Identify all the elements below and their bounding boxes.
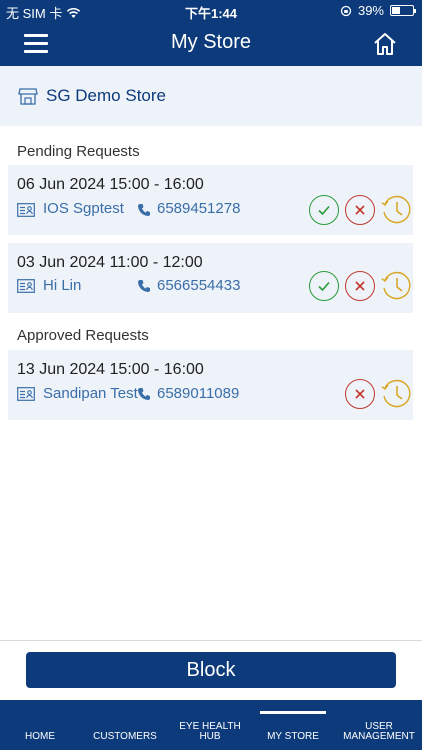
store-header: SG Demo Store — [0, 66, 422, 126]
nav-bar: My Store — [0, 22, 422, 66]
customer-name: IOS Sgptest — [43, 200, 124, 217]
check-icon — [318, 281, 330, 292]
tab-home[interactable]: HOME — [0, 700, 80, 750]
home-icon[interactable] — [372, 31, 398, 57]
phone-icon — [138, 388, 150, 400]
request-card: 03 Jun 2024 11:00 - 12:00 Hi Lin 6566554… — [8, 243, 413, 313]
request-datetime: 13 Jun 2024 15:00 - 16:00 — [17, 361, 204, 378]
close-icon — [355, 205, 365, 215]
status-bar: 无 SIM 卡 下午1:44 39% — [0, 0, 422, 22]
tab-customers[interactable]: CUSTOMERS — [86, 700, 164, 750]
page-title: My Store — [170, 31, 252, 53]
reschedule-icon[interactable] — [380, 378, 412, 410]
orientation-lock-icon — [340, 5, 352, 16]
tab-bar: HOME CUSTOMERS EYE HEALTH HUB MY STORE U… — [0, 700, 422, 750]
store-name: SG Demo Store — [46, 86, 166, 105]
reject-button[interactable] — [345, 195, 375, 225]
bottom-action-bar: Block — [0, 640, 422, 700]
request-card: 13 Jun 2024 15:00 - 16:00 Sandipan Test … — [8, 350, 413, 420]
request-datetime: 03 Jun 2024 11:00 - 12:00 — [17, 254, 203, 271]
customer-phone: 6589451278 — [157, 200, 241, 217]
tab-eye-health-hub[interactable]: EYE HEALTH HUB — [170, 700, 250, 750]
reject-button[interactable] — [345, 271, 375, 301]
phone-icon — [138, 204, 150, 216]
customer-phone: 6566554433 — [157, 277, 241, 294]
tab-user-management[interactable]: USER MANAGEMENT — [336, 700, 422, 750]
contact-card-icon — [17, 203, 35, 217]
tab-my-store[interactable]: MY STORE — [254, 700, 332, 750]
check-icon — [318, 205, 330, 216]
battery-fill — [392, 7, 400, 14]
approve-button[interactable] — [309, 195, 339, 225]
customer-name: Sandipan Test — [43, 385, 138, 402]
status-right: 39% — [340, 3, 416, 18]
approve-button[interactable] — [309, 271, 339, 301]
contact-card-icon — [17, 279, 35, 293]
battery-icon — [390, 5, 416, 16]
reschedule-icon[interactable] — [380, 270, 412, 302]
approved-requests-label: Approved Requests — [17, 327, 149, 344]
close-icon — [355, 281, 365, 291]
contact-card-icon — [17, 387, 35, 401]
reject-button[interactable] — [345, 379, 375, 409]
request-datetime: 06 Jun 2024 15:00 - 16:00 — [17, 176, 204, 193]
customer-name: Hi Lin — [43, 277, 82, 294]
phone-icon — [138, 280, 150, 292]
customer-phone: 6589011089 — [157, 385, 240, 402]
block-button[interactable]: Block — [26, 652, 396, 688]
battery-percent: 39% — [357, 3, 384, 18]
reschedule-icon[interactable] — [380, 194, 412, 226]
close-icon — [355, 389, 365, 399]
request-card: 06 Jun 2024 15:00 - 16:00 IOS Sgptest 65… — [8, 165, 413, 235]
store-icon — [18, 88, 38, 105]
pending-requests-label: Pending Requests — [17, 143, 140, 160]
